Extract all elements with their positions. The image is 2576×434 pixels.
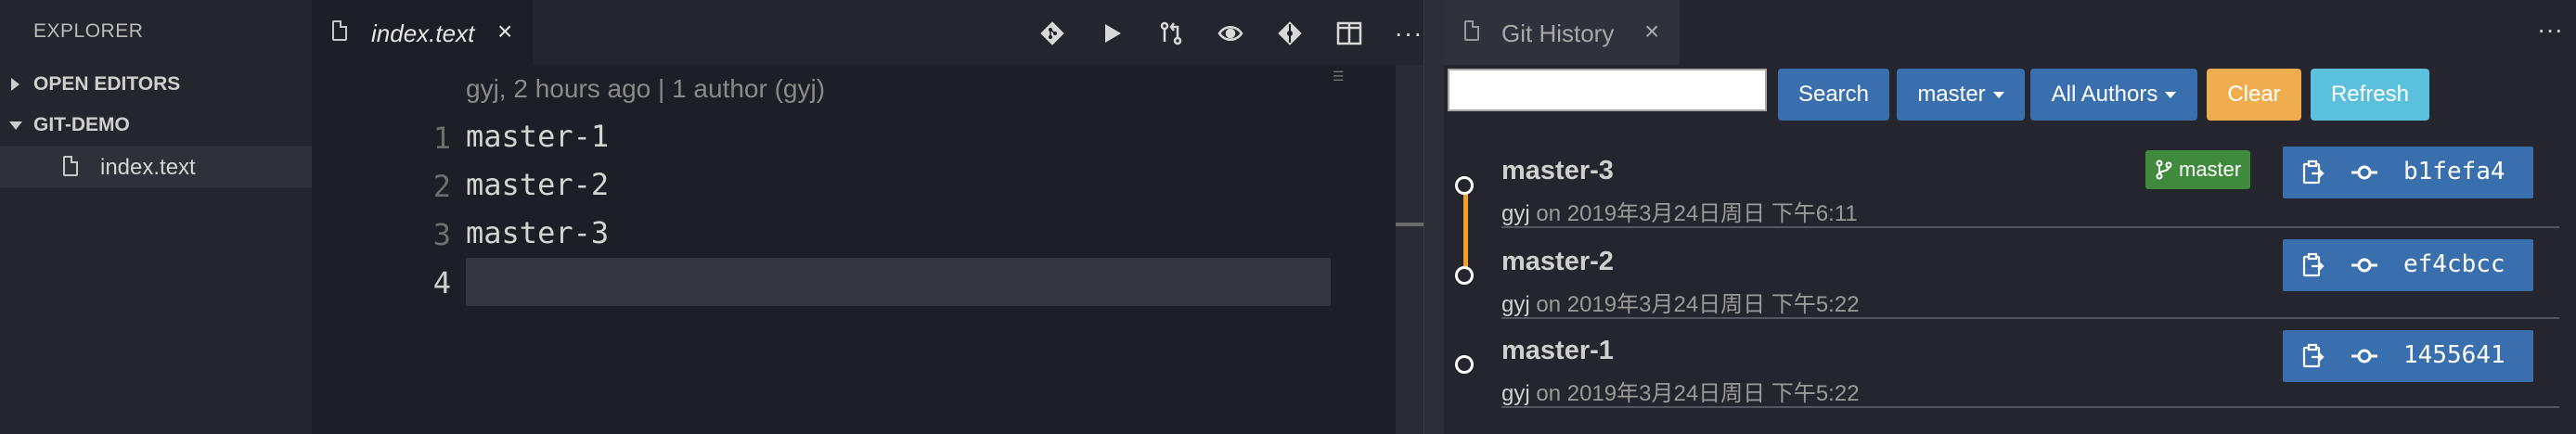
- toggle-blame-icon[interactable]: [1216, 19, 1245, 48]
- section-label: GIT-DEMO: [33, 114, 130, 135]
- line-number: 3: [432, 217, 451, 252]
- chevron-right-icon: [11, 78, 19, 91]
- file-icon: [1464, 20, 1479, 41]
- line-number: 4: [432, 265, 451, 300]
- compare-changes-icon[interactable]: [1156, 19, 1186, 48]
- section-label: OPEN EDITORS: [33, 73, 181, 95]
- commit-author: gyj: [1501, 201, 1530, 226]
- editor-split-divider[interactable]: [1423, 0, 1445, 434]
- caret-down-icon: [1992, 91, 2004, 98]
- commit-sha-button[interactable]: ef4cbcc: [2283, 239, 2533, 291]
- commit-title[interactable]: master-3: [1501, 156, 1614, 186]
- file-icon: [332, 20, 347, 41]
- commit-meta: gyj on 2019年3月24日周日 下午5:22: [1501, 375, 1860, 407]
- row-divider: [1501, 226, 2559, 228]
- commit-date: 2019年3月24日周日 下午5:22: [1566, 381, 1860, 406]
- editor-scrollbar[interactable]: [1396, 65, 1423, 434]
- commit-on: on: [1536, 201, 1562, 226]
- current-line-highlight: [466, 258, 1331, 306]
- explorer-sidebar: EXPLORER OPEN EDITORS GIT-DEMO index.tex…: [0, 0, 312, 434]
- git-commit-icon[interactable]: [1275, 19, 1305, 48]
- commit-on: on: [1536, 381, 1562, 406]
- clear-button[interactable]: Clear: [2207, 69, 2301, 121]
- commit-row[interactable]: master-2 gyj on 2019年3月24日周日 下午5:22 ef4c…: [1501, 230, 2559, 319]
- commit-icon: [2351, 165, 2377, 180]
- commit-sha: b1fefa4: [2403, 158, 2505, 185]
- copy-icon[interactable]: [2301, 160, 2325, 185]
- refresh-button-label: Refresh: [2330, 82, 2410, 107]
- commit-sha-button[interactable]: 1455641: [2283, 330, 2533, 382]
- tab-git-history[interactable]: Git History ×: [1444, 0, 1680, 65]
- run-icon[interactable]: [1097, 19, 1127, 48]
- code-line[interactable]: master-1: [466, 119, 609, 154]
- search-button[interactable]: Search: [1778, 69, 1889, 121]
- file-label: index.text: [100, 155, 196, 180]
- file-item-index-text[interactable]: index.text: [0, 147, 312, 187]
- more-actions-icon[interactable]: ···: [1394, 19, 1423, 48]
- search-input[interactable]: [1448, 69, 1767, 111]
- branch-icon: [2156, 160, 2172, 180]
- tab-label: Git History: [1501, 19, 1615, 47]
- editor-area[interactable]: gyj, 2 hours ago | 1 author (gyj) 1 mast…: [312, 65, 1423, 434]
- close-icon[interactable]: ×: [1644, 17, 1659, 46]
- commit-title[interactable]: master-1: [1501, 336, 1614, 366]
- line-number: 2: [432, 169, 451, 204]
- file-icon: [63, 156, 78, 176]
- row-divider: [1501, 406, 2559, 408]
- editor-tab-bar: index.text × ···: [312, 0, 1423, 65]
- split-editor-icon[interactable]: [1334, 19, 1364, 48]
- commit-meta: gyj on 2019年3月24日周日 下午5:22: [1501, 286, 1860, 318]
- commit-date: 2019年3月24日周日 下午5:22: [1566, 292, 1860, 317]
- commit-node: [1455, 355, 1474, 374]
- authors-dropdown-label: All Authors: [2051, 82, 2158, 107]
- section-open-editors[interactable]: OPEN EDITORS: [0, 65, 312, 102]
- commit-node: [1455, 266, 1474, 285]
- code-line[interactable]: master-3: [466, 215, 609, 250]
- code-line[interactable]: master-2: [466, 167, 609, 202]
- commit-title[interactable]: master-2: [1501, 247, 1614, 277]
- commit-icon: [2351, 258, 2377, 273]
- commit-meta: gyj on 2019年3月24日周日 下午6:11: [1501, 195, 1858, 227]
- blame-annotation[interactable]: gyj, 2 hours ago | 1 author (gyj): [466, 74, 825, 104]
- commit-row[interactable]: master-1 gyj on 2019年3月24日周日 下午5:22 1455…: [1501, 319, 2559, 408]
- commit-author: gyj: [1501, 381, 1530, 406]
- chevron-down-icon: [9, 121, 22, 130]
- commit-date: 2019年3月24日周日 下午6:11: [1566, 201, 1858, 226]
- scrollbar-marker: [1396, 223, 1423, 226]
- explorer-title: EXPLORER: [33, 20, 144, 42]
- git-history-panel: Search master All Authors Clear Refresh …: [1444, 65, 2576, 434]
- line-number: 1: [432, 121, 451, 156]
- branch-dropdown-label: master: [1917, 82, 1986, 107]
- more-actions-icon[interactable]: ···: [2537, 15, 2563, 45]
- branch-dropdown[interactable]: master: [1897, 69, 2025, 121]
- copy-icon[interactable]: [2301, 252, 2325, 278]
- commit-sha-button[interactable]: b1fefa4: [2283, 147, 2533, 198]
- commit-sha: ef4cbcc: [2403, 250, 2505, 278]
- commit-author: gyj: [1501, 292, 1530, 317]
- close-icon[interactable]: ×: [497, 17, 512, 46]
- branch-label: master: [2179, 158, 2242, 181]
- clear-button-label: Clear: [2227, 82, 2281, 107]
- commit-row[interactable]: master-3 gyj on 2019年3月24日周日 下午6:11 mast…: [1501, 139, 2559, 228]
- commit-sha: 1455641: [2403, 341, 2505, 369]
- section-git-demo[interactable]: GIT-DEMO: [0, 106, 312, 143]
- tab-label: index.text: [371, 19, 475, 47]
- search-button-label: Search: [1797, 82, 1870, 107]
- commit-node: [1455, 176, 1474, 195]
- copy-icon[interactable]: [2301, 343, 2325, 369]
- caret-down-icon: [2165, 91, 2177, 98]
- git-icon[interactable]: [1037, 19, 1067, 48]
- refresh-button[interactable]: Refresh: [2311, 69, 2429, 121]
- git-history-tab-bar: Git History × ···: [1444, 0, 2576, 65]
- tab-index-text[interactable]: index.text ×: [312, 0, 533, 65]
- branch-badge: master: [2145, 150, 2251, 189]
- commit-on: on: [1536, 292, 1562, 317]
- minimap-icon: ☰: [1333, 69, 1345, 83]
- commit-icon: [2351, 349, 2377, 364]
- authors-dropdown[interactable]: All Authors: [2030, 69, 2197, 121]
